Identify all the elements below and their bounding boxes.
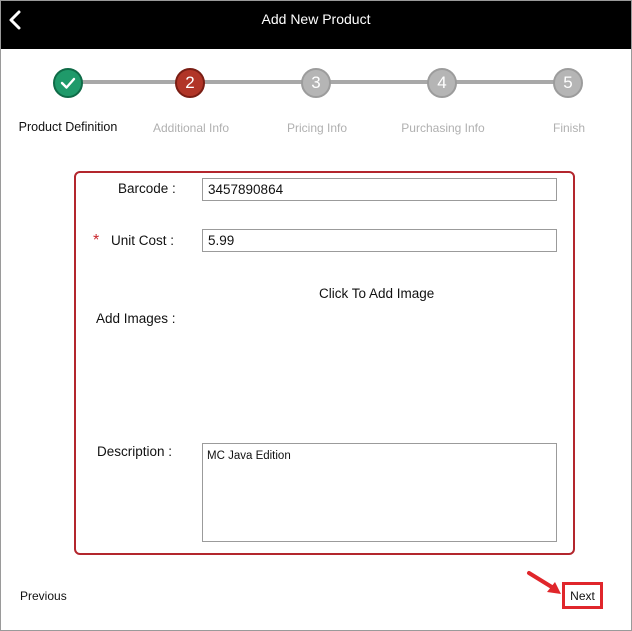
top-bar: Add New Product [1, 1, 631, 49]
step-5-number: 5 [563, 73, 573, 92]
checkmark-icon [60, 77, 76, 89]
step-3-number: 3 [311, 73, 321, 92]
next-button-label: Next [570, 588, 595, 603]
barcode-input[interactable]: 3457890864 [202, 178, 557, 201]
step-4-label: Purchasing Info [401, 121, 485, 135]
arrow-pointer-icon [527, 571, 561, 594]
page-title: Add New Product [261, 11, 371, 27]
barcode-label: Barcode : [118, 181, 176, 196]
next-button[interactable]: Next [562, 582, 603, 609]
step-2-label: Additional Info [152, 121, 230, 135]
previous-button[interactable]: Previous [20, 589, 67, 603]
step-3-label: Pricing Info [286, 121, 348, 135]
step-2-number: 2 [185, 73, 195, 92]
unit-cost-label: Unit Cost : [111, 233, 175, 248]
description-label: Description : [97, 444, 173, 459]
required-marker: * [93, 232, 100, 249]
step-1-circle[interactable] [53, 68, 83, 98]
add-images-label: Add Images : [96, 311, 176, 326]
step-1-label: Product Definition [18, 120, 118, 134]
step-4-circle[interactable]: 4 [427, 68, 457, 98]
step-2-circle[interactable]: 2 [175, 68, 205, 98]
step-5-circle[interactable]: 5 [553, 68, 583, 98]
description-textarea[interactable]: MC Java Edition [202, 443, 557, 542]
app-window: Add New Product 2 3 4 5 Product Definiti… [0, 0, 632, 631]
form-card: Barcode : 3457890864 * Unit Cost : 5.99 … [74, 171, 575, 555]
step-4-number: 4 [437, 73, 447, 92]
unit-cost-input[interactable]: 5.99 [202, 229, 557, 252]
step-5-label: Finish [552, 121, 585, 135]
add-image-button[interactable]: Click To Add Image [319, 286, 434, 301]
step-3-circle[interactable]: 3 [301, 68, 331, 98]
